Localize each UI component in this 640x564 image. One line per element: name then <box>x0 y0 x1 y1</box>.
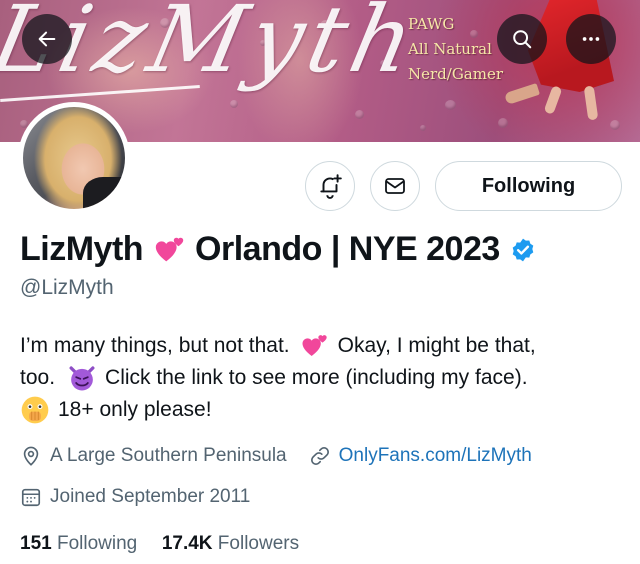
search-icon <box>513 30 532 49</box>
profile-meta-row: A Large Southern Peninsula OnlyFans.com/… <box>20 445 532 467</box>
more-horizontal-icon <box>582 37 600 41</box>
banner-tagline: All Natural <box>408 40 492 58</box>
link-icon <box>310 447 329 465</box>
bio-text: too. <box>20 366 56 389</box>
location-pin-icon <box>23 446 39 466</box>
two-hearts-icon <box>155 237 184 261</box>
following-count: 151 <box>20 533 52 554</box>
banner-tagline: Nerd/Gamer <box>408 65 504 83</box>
profile-joined-date: Joined September 2011 <box>50 486 251 507</box>
face-with-open-eyes-hand-over-mouth-icon <box>21 396 49 424</box>
bio-text: Click the link to see more (including my… <box>105 366 528 389</box>
envelope-icon <box>385 178 405 194</box>
search-button[interactable] <box>497 14 547 64</box>
notify-button[interactable] <box>305 161 355 211</box>
profile-avatar[interactable] <box>18 102 130 214</box>
bell-plus-icon <box>320 174 342 199</box>
verified-badge-icon[interactable] <box>510 237 536 263</box>
more-button[interactable] <box>566 14 616 64</box>
profile-stats: 151 Following 17.4K Followers <box>20 533 299 555</box>
display-name: LizMyth Orlando | NYE 2023 <box>20 230 536 269</box>
banner-tagline: PAWG <box>408 15 455 33</box>
profile-joined-row: Joined September 2011 <box>20 486 250 508</box>
message-button[interactable] <box>370 161 420 211</box>
display-name-part1: LizMyth <box>20 230 144 268</box>
followers-link[interactable]: 17.4K Followers <box>162 533 299 554</box>
calendar-icon <box>21 488 41 507</box>
profile-location: A Large Southern Peninsula <box>50 445 287 466</box>
bio-text: I’m many things, but not that. <box>20 334 290 357</box>
back-button[interactable] <box>22 14 72 64</box>
display-name-part2: Orlando | NYE 2023 <box>195 230 500 268</box>
smiling-devil-icon <box>69 366 95 391</box>
following-link[interactable]: 151 Following <box>20 533 137 554</box>
arrow-left-icon <box>38 31 56 47</box>
profile-bio: I’m many things, but not that. Okay, I m… <box>20 330 630 426</box>
banner-taglines: PAWG All Natural Nerd/Gamer <box>408 0 503 87</box>
followers-count: 17.4K <box>161 533 213 554</box>
profile-website-link[interactable]: OnlyFans.com/LizMyth <box>339 445 532 467</box>
following-label: Following <box>56 533 138 554</box>
bio-text: 18+ only please! <box>58 398 212 421</box>
following-button[interactable]: Following <box>435 161 622 211</box>
followers-label: Followers <box>217 533 300 554</box>
two-hearts-icon <box>302 335 327 356</box>
profile-handle: @LizMyth <box>20 276 114 299</box>
bio-text: Okay, I might be that, <box>337 334 536 357</box>
